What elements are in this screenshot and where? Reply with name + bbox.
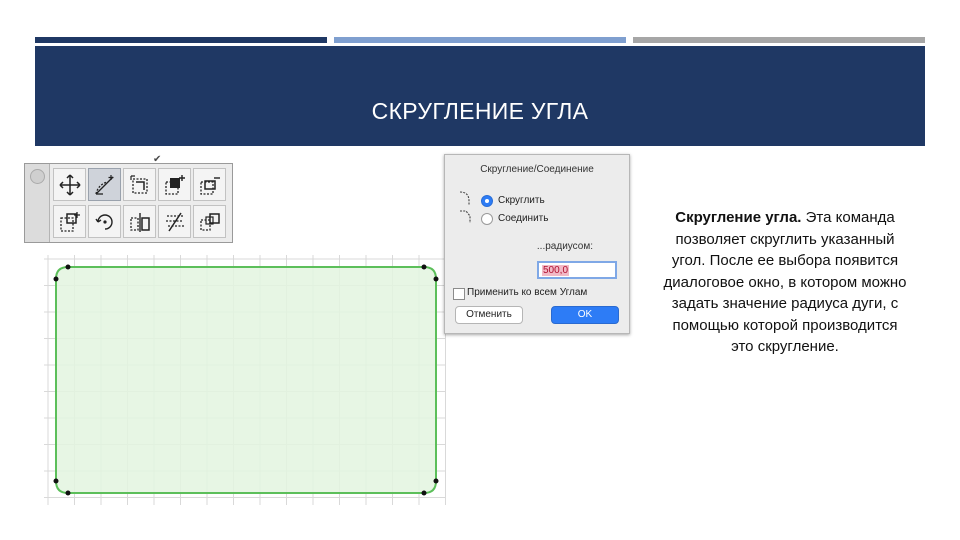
- title-banner: СКРУГЛЕНИЕ УГЛА: [35, 46, 925, 146]
- fillet-icon: [95, 175, 114, 195]
- split-icon: [166, 212, 184, 232]
- offset-edge-tool-button[interactable]: [123, 168, 156, 201]
- corner-node-top-left[interactable]: [65, 264, 71, 270]
- fillet-dialog: Скругление/Соединение Скруглить Соединит…: [444, 154, 630, 334]
- radio-join[interactable]: [481, 213, 493, 225]
- description-body: Эта команда позволяет скруглить указанны…: [663, 209, 907, 355]
- mirror-tool-button[interactable]: [123, 205, 156, 238]
- apply-all-label: Применить ко всем Углам: [467, 287, 588, 298]
- multiply-icon: [200, 213, 220, 231]
- corner-node-bottom-left[interactable]: [65, 490, 71, 496]
- radius-value: 500,0: [542, 265, 570, 276]
- accent-bar-dark: [35, 37, 327, 43]
- accent-bar-light: [334, 37, 626, 43]
- offset-edge-icon: [130, 175, 148, 194]
- ok-button[interactable]: OK: [551, 306, 619, 324]
- canvas-grid-drawing: [44, 255, 446, 505]
- mirror-icon: [130, 213, 150, 232]
- edit-tools-palette: ✔: [24, 155, 233, 243]
- fillet-chamfer-icon: [459, 191, 471, 223]
- add-vertex-tool-button[interactable]: [158, 168, 191, 201]
- split-tool-button[interactable]: [158, 205, 191, 238]
- corner-node-top-right[interactable]: [421, 264, 427, 270]
- fillet-tool-button[interactable]: [88, 168, 121, 201]
- move-tool-button[interactable]: [53, 168, 86, 201]
- radio-join-label: Соединить: [498, 213, 549, 224]
- drawing-canvas[interactable]: [44, 255, 446, 505]
- description-text: Скругление угла. Эта команда позволяет с…: [660, 207, 910, 358]
- apply-all-checkbox[interactable]: [453, 288, 465, 300]
- rotate-tool-button[interactable]: [88, 205, 121, 238]
- radio-round-label: Скруглить: [498, 195, 545, 206]
- accent-bar-gray: [633, 37, 925, 43]
- subtract-vertex-icon: [200, 177, 220, 195]
- corner-node-bottom-right[interactable]: [421, 490, 427, 496]
- move-icon: [59, 174, 81, 196]
- add-vertex-icon: [165, 175, 185, 195]
- stretch-icon: [60, 212, 80, 232]
- stretch-tool-button[interactable]: [53, 205, 86, 238]
- corner-node-left-bottom[interactable]: [53, 478, 59, 484]
- rounded-rectangle-shape[interactable]: [55, 266, 437, 494]
- corner-node-left-top[interactable]: [53, 276, 59, 282]
- radius-label: ...радиусом:: [536, 241, 593, 252]
- radio-round[interactable]: [481, 195, 493, 207]
- palette-close-button[interactable]: [30, 169, 45, 184]
- corner-node-right-top[interactable]: [433, 276, 439, 282]
- description-heading: Скругление угла.: [675, 209, 802, 226]
- multiply-tool-button[interactable]: [193, 205, 226, 238]
- rotate-icon: [95, 214, 113, 230]
- slide-title: СКРУГЛЕНИЕ УГЛА: [371, 98, 589, 124]
- cancel-button[interactable]: Отменить: [455, 306, 523, 324]
- dialog-title: Скругление/Соединение: [480, 164, 594, 175]
- corner-node-right-bottom[interactable]: [433, 478, 439, 484]
- radius-input[interactable]: 500,0: [537, 261, 617, 279]
- subtract-vertex-tool-button[interactable]: [193, 168, 226, 201]
- palette-handle[interactable]: [25, 164, 50, 242]
- cursor-checkmark-icon: ✔: [153, 154, 162, 165]
